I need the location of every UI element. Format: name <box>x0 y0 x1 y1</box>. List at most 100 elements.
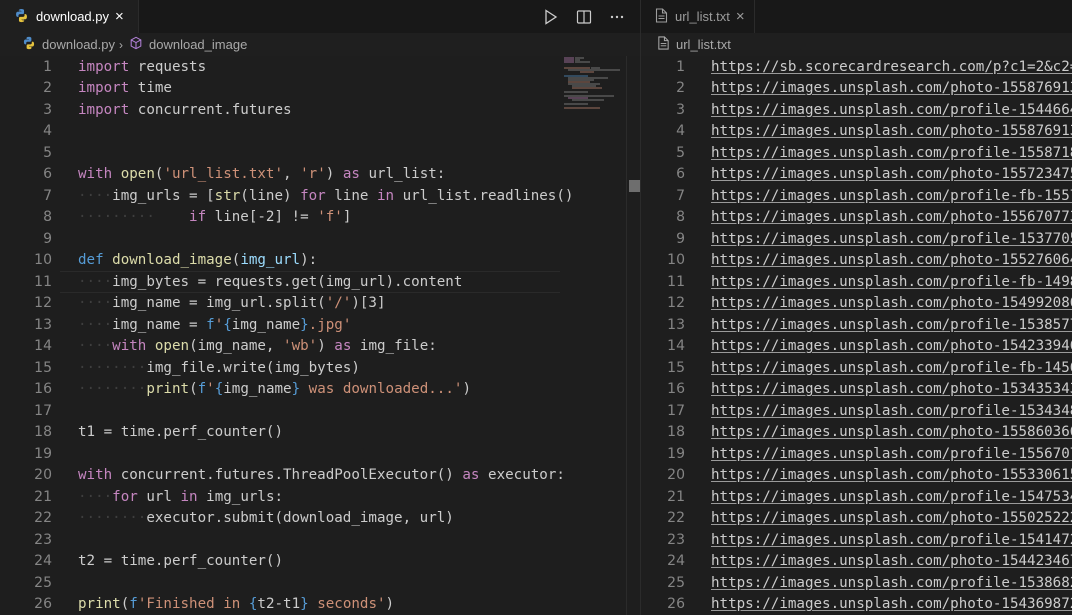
text-line[interactable]: 22 https://images.unsplash.com/photo-1550… <box>641 508 1072 530</box>
code-line[interactable]: 7 ····img_urls = [str(line) for line in u… <box>0 185 640 207</box>
text-line[interactable]: 25 https://images.unsplash.com/profile-15… <box>641 572 1072 594</box>
text-line[interactable]: 1 https://sb.scorecardresearch.com/p?c1=2… <box>641 56 1072 78</box>
text-line[interactable]: 11 https://images.unsplash.com/profile-fb… <box>641 271 1072 293</box>
text-line[interactable]: 15 https://images.unsplash.com/profile-fb… <box>641 357 1072 379</box>
code-line[interactable]: 4 <box>0 121 640 143</box>
text-line[interactable]: 10 https://images.unsplash.com/photo-1552… <box>641 250 1072 272</box>
url-link[interactable]: https://images.unsplash.com/profile-1541… <box>711 532 1072 548</box>
url-link[interactable]: https://images.unsplash.com/photo-155876… <box>711 123 1072 139</box>
text-line[interactable]: 8 https://images.unsplash.com/photo-15567… <box>641 207 1072 229</box>
text-line[interactable]: 4 https://images.unsplash.com/photo-15587… <box>641 121 1072 143</box>
code-line[interactable]: 18 t1 = time.perf_counter() <box>0 422 640 444</box>
url-link[interactable]: https://images.unsplash.com/profile-1538… <box>711 575 1072 591</box>
close-icon[interactable]: × <box>115 9 124 24</box>
code-line[interactable]: 12 ····img_name = img_url.split('/')[3] <box>0 293 640 315</box>
url-link[interactable]: https://sb.scorecardresearch.com/p?c1=2&… <box>711 59 1072 75</box>
url-link[interactable]: https://images.unsplash.com/profile-1537… <box>711 231 1072 247</box>
code-line[interactable]: 15 ········img_file.write(img_bytes) <box>0 357 640 379</box>
line-number: 5 <box>676 144 685 161</box>
more-actions-icon[interactable] <box>608 8 626 26</box>
url-link[interactable]: https://images.unsplash.com/photo-155025… <box>711 510 1072 526</box>
text-line[interactable]: 6 https://images.unsplash.com/photo-15572… <box>641 164 1072 186</box>
text-line[interactable]: 12 https://images.unsplash.com/photo-1549… <box>641 293 1072 315</box>
code-line[interactable]: 25 <box>0 572 640 594</box>
text-line[interactable]: 13 https://images.unsplash.com/profile-15… <box>641 314 1072 336</box>
code-token: (img_name, <box>189 338 284 355</box>
url-link[interactable]: https://images.unsplash.com/photo-154233… <box>711 338 1072 354</box>
code-line[interactable]: 11 ····img_bytes = requests.get(img_url).… <box>0 271 640 293</box>
text-line[interactable]: 2 https://images.unsplash.com/photo-15587… <box>641 78 1072 100</box>
line-number: 20 <box>667 467 685 484</box>
code-line[interactable]: 2 import time <box>0 78 640 100</box>
code-line[interactable]: 9 <box>0 228 640 250</box>
code-line[interactable]: 26 print(f'Finished in {t2-t1} seconds') <box>0 594 640 615</box>
breadcrumb-file[interactable]: download.py <box>42 37 115 52</box>
text-line[interactable]: 24 https://images.unsplash.com/photo-1544… <box>641 551 1072 573</box>
code-line[interactable]: 17 <box>0 400 640 422</box>
code-line[interactable]: 22 ········executor.submit(download_image… <box>0 508 640 530</box>
code-line[interactable]: 16 ········print(f'{img_name} was downloa… <box>0 379 640 401</box>
code-text: ········executor.submit(download_image, … <box>78 510 454 526</box>
text-line[interactable]: 7 https://images.unsplash.com/profile-fb-… <box>641 185 1072 207</box>
url-link[interactable]: https://images.unsplash.com/profile-1558… <box>711 145 1072 161</box>
code-line[interactable]: 6 with open('url_list.txt', 'r') as url_l… <box>0 164 640 186</box>
code-line[interactable]: 19 <box>0 443 640 465</box>
code-editor[interactable]: 1 import requests 2 import time 3 import conc… <box>0 56 640 615</box>
url-link[interactable]: https://images.unsplash.com/photo-155860… <box>711 424 1072 440</box>
tab-download-py[interactable]: download.py × <box>0 0 139 33</box>
text-line[interactable]: 14 https://images.unsplash.com/photo-1542… <box>641 336 1072 358</box>
code-line[interactable]: 24 t2 = time.perf_counter() <box>0 551 640 573</box>
text-line[interactable]: 5 https://images.unsplash.com/profile-155… <box>641 142 1072 164</box>
code-line[interactable]: 3 import concurrent.futures <box>0 99 640 121</box>
url-link[interactable]: https://images.unsplash.com/photo-153435… <box>711 381 1072 397</box>
breadcrumb-symbol[interactable]: download_image <box>149 37 247 52</box>
line-number: 11 <box>667 273 685 290</box>
code-line[interactable]: 10 def download_image(img_url): <box>0 250 640 272</box>
text-line[interactable]: 9 https://images.unsplash.com/profile-153… <box>641 228 1072 250</box>
url-link[interactable]: https://images.unsplash.com/profile-1547… <box>711 489 1072 505</box>
text-line[interactable]: 26 https://images.unsplash.com/photo-1543… <box>641 594 1072 615</box>
text-line[interactable]: 18 https://images.unsplash.com/photo-1558… <box>641 422 1072 444</box>
code-line[interactable]: 20 with concurrent.futures.ThreadPoolExec… <box>0 465 640 487</box>
url-link[interactable]: https://images.unsplash.com/photo-154992… <box>711 295 1072 311</box>
code-line[interactable]: 14 ····with open(img_name, 'wb') as img_f… <box>0 336 640 358</box>
url-link[interactable]: https://images.unsplash.com/profile-fb-1… <box>711 360 1072 376</box>
url-link[interactable]: https://images.unsplash.com/photo-155276… <box>711 252 1072 268</box>
text-editor[interactable]: 1 https://sb.scorecardresearch.com/p?c1=2… <box>641 56 1072 615</box>
code-line[interactable]: 21 ····for url in img_urls: <box>0 486 640 508</box>
line-number: 26 <box>34 596 52 613</box>
split-editor-icon[interactable] <box>575 8 593 26</box>
url-link[interactable]: https://images.unsplash.com/profile-1538… <box>711 317 1072 333</box>
url-link[interactable]: https://images.unsplash.com/profile-fb-1… <box>711 188 1072 204</box>
url-link[interactable]: https://images.unsplash.com/profile-1556… <box>711 446 1072 462</box>
code-line[interactable]: 13 ····img_name = f'{img_name}.jpg' <box>0 314 640 336</box>
url-link[interactable]: https://images.unsplash.com/photo-155670… <box>711 209 1072 225</box>
vertical-scrollbar[interactable] <box>626 56 640 615</box>
url-link[interactable]: https://images.unsplash.com/profile-fb-1… <box>711 274 1072 290</box>
tab-url-list-txt[interactable]: url_list.txt × <box>641 0 755 33</box>
code-line[interactable]: 23 <box>0 529 640 551</box>
url-link[interactable]: https://images.unsplash.com/photo-155876… <box>711 80 1072 96</box>
text-line[interactable]: 20 https://images.unsplash.com/photo-1553… <box>641 465 1072 487</box>
minimap[interactable] <box>560 56 626 615</box>
url-link[interactable]: https://images.unsplash.com/photo-155723… <box>711 166 1072 182</box>
code-line[interactable]: 1 import requests <box>0 56 640 78</box>
text-line[interactable]: 16 https://images.unsplash.com/photo-1534… <box>641 379 1072 401</box>
url-link[interactable]: https://images.unsplash.com/profile-1544… <box>711 102 1072 118</box>
text-line[interactable]: 19 https://images.unsplash.com/profile-15… <box>641 443 1072 465</box>
text-line[interactable]: 23 https://images.unsplash.com/profile-15… <box>641 529 1072 551</box>
text-line[interactable]: 17 https://images.unsplash.com/profile-15… <box>641 400 1072 422</box>
code-line[interactable]: 5 <box>0 142 640 164</box>
close-icon[interactable]: × <box>736 9 745 24</box>
text-line[interactable]: 21 https://images.unsplash.com/profile-15… <box>641 486 1072 508</box>
code-token: 'wb' <box>283 338 318 355</box>
url-link[interactable]: https://images.unsplash.com/photo-155330… <box>711 467 1072 483</box>
breadcrumb-file[interactable]: url_list.txt <box>676 37 731 52</box>
url-link[interactable]: https://images.unsplash.com/profile-1534… <box>711 403 1072 419</box>
text-line[interactable]: 3 https://images.unsplash.com/profile-154… <box>641 99 1072 121</box>
url-link[interactable]: https://images.unsplash.com/photo-154423… <box>711 553 1072 569</box>
run-icon[interactable] <box>542 8 560 26</box>
code-line[interactable]: 8 ········· if line[-2] != 'f'] <box>0 207 640 229</box>
url-link[interactable]: https://images.unsplash.com/photo-154369… <box>711 596 1072 612</box>
